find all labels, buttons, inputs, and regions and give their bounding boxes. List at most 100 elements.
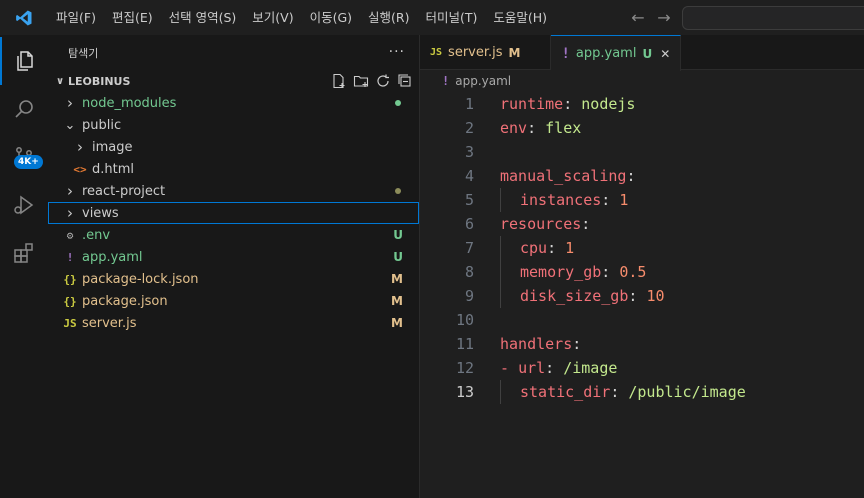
code-token: :	[527, 119, 546, 137]
git-status-badge: M	[391, 316, 403, 330]
code-token: :	[547, 239, 566, 257]
code-line[interactable]: 5 instances: 1	[420, 188, 864, 212]
explorer-icon[interactable]	[0, 37, 48, 85]
code-line[interactable]: 11 handlers:	[420, 332, 864, 356]
code-token: nodejs	[581, 95, 636, 113]
git-status-dot	[395, 100, 401, 106]
chevron-right-icon: ›	[67, 204, 73, 222]
menu-item[interactable]: 파일(F)	[48, 0, 104, 35]
tree-item[interactable]: ⌄ public	[48, 114, 419, 136]
tree-item[interactable]: › views	[48, 202, 419, 224]
editor-area: JS server.js M! app.yaml U ✕ ! app.yaml 1 runt…	[420, 35, 864, 498]
extensions-icon[interactable]	[0, 229, 48, 277]
code-token: :	[626, 167, 636, 185]
code-token: 1	[565, 239, 575, 257]
tree-item-label: public	[82, 117, 122, 133]
line-number: 2	[464, 119, 474, 137]
more-actions-icon[interactable]: ···	[389, 35, 405, 70]
json-file-icon: {}	[63, 294, 77, 308]
code-token: 10	[646, 287, 665, 305]
code-line[interactable]: 3	[420, 140, 864, 164]
run-debug-icon[interactable]	[0, 181, 48, 229]
code-content: resources:	[500, 215, 590, 233]
tab-label: server.js	[448, 45, 503, 60]
tab-server-js[interactable]: JS server.js M	[420, 35, 552, 70]
code-token: manual_scaling	[500, 167, 627, 185]
sidebar-header: 탐색기 ···	[48, 35, 419, 70]
code-content: disk_size_gb: 10	[520, 287, 665, 305]
search-icon[interactable]	[0, 85, 48, 133]
indent-guide	[500, 260, 501, 284]
tree-item[interactable]: {} package.json M	[48, 290, 419, 312]
line-number: 3	[464, 143, 474, 161]
code-line[interactable]: 2 env: flex	[420, 116, 864, 140]
refresh-icon[interactable]	[375, 73, 391, 89]
code-line[interactable]: 9 disk_size_gb: 10	[420, 284, 864, 308]
line-number: 9	[464, 287, 474, 305]
menu-item[interactable]: 실행(R)	[360, 0, 417, 35]
tree-item[interactable]: › image	[48, 136, 419, 158]
line-number: 4	[464, 167, 474, 185]
tree-item[interactable]: {} package-lock.json M	[48, 268, 419, 290]
tree-item-label: react-project	[82, 183, 166, 199]
code-token: memory_gb	[520, 263, 602, 281]
code-line[interactable]: 8 memory_gb: 0.5	[420, 260, 864, 284]
menu-item[interactable]: 선택 영역(S)	[161, 0, 245, 35]
menu-item[interactable]: 터미널(T)	[418, 0, 486, 35]
editor-tabs: JS server.js M! app.yaml U ✕	[420, 35, 864, 71]
tree-item-label: image	[92, 139, 133, 155]
code-token: :	[563, 95, 582, 113]
menu-item[interactable]: 보기(V)	[244, 0, 301, 35]
code-line[interactable]: 10	[420, 308, 864, 332]
git-status-badge: U	[393, 250, 403, 264]
code-content: runtime: nodejs	[500, 95, 635, 113]
tree-item[interactable]: ! app.yaml U	[48, 246, 419, 268]
new-file-icon[interactable]	[331, 73, 347, 89]
tab-app-yaml[interactable]: ! app.yaml U ✕	[551, 35, 682, 71]
code-editor[interactable]: 1 runtime: nodejs 2 env: flex 3 4 manual_scali…	[420, 92, 864, 404]
menu-item[interactable]: 도움말(H)	[485, 0, 555, 35]
code-content: memory_gb: 0.5	[520, 263, 646, 281]
line-number: 1	[464, 95, 474, 113]
new-folder-icon[interactable]	[353, 73, 369, 89]
code-line[interactable]: 13 static_dir: /public/image	[420, 380, 864, 404]
back-arrow-icon[interactable]: ←	[630, 8, 646, 27]
close-icon[interactable]: ✕	[660, 47, 670, 61]
yaml-file-icon: !	[66, 250, 74, 264]
command-center-search[interactable]	[682, 6, 864, 30]
breadcrumb-file[interactable]: app.yaml	[455, 74, 511, 88]
code-line[interactable]: 12 - url: /image	[420, 356, 864, 380]
code-line[interactable]: 6 resources:	[420, 212, 864, 236]
code-line[interactable]: 7 cpu: 1	[420, 236, 864, 260]
tree-item[interactable]: <> d.html	[48, 158, 419, 180]
collapse-all-icon[interactable]	[397, 73, 413, 89]
chevron-right-icon: ›	[67, 182, 73, 200]
sidebar-title: 탐색기	[68, 46, 99, 60]
javascript-file-icon: JS	[63, 316, 77, 330]
code-line[interactable]: 1 runtime: nodejs	[420, 92, 864, 116]
tree-item[interactable]: JS server.js M	[48, 312, 419, 334]
workspace-section-header[interactable]: ∨ LEOBINUS	[48, 70, 419, 92]
chevron-right-icon: ›	[67, 94, 73, 112]
tree-item[interactable]: › react-project	[48, 180, 419, 202]
code-token: 1	[619, 191, 629, 209]
title-bar: 파일(F) 편집(E) 선택 영역(S) 보기(V) 이동(G) 실행(R) 터미널(T) 도…	[0, 0, 864, 35]
code-token: :	[628, 287, 647, 305]
indent-guide	[500, 236, 501, 260]
tree-item[interactable]: ⚙ .env U	[48, 224, 419, 246]
code-token: env	[500, 119, 528, 137]
explorer-sidebar: 탐색기 ··· ∨ LEOBINUS › node_modules ⌄ public ›…	[48, 35, 420, 498]
javascript-file-icon: JS	[430, 47, 443, 58]
indent-guide	[500, 380, 501, 404]
code-line[interactable]: 4 manual_scaling:	[420, 164, 864, 188]
code-content: manual_scaling:	[500, 167, 635, 185]
menu-item[interactable]: 이동(G)	[302, 0, 360, 35]
code-token: url	[518, 359, 546, 377]
forward-arrow-icon[interactable]: →	[656, 8, 672, 27]
menu-item[interactable]: 편집(E)	[104, 0, 161, 35]
tab-git-status: M	[508, 45, 521, 60]
line-number: 11	[455, 335, 474, 353]
tree-item[interactable]: › node_modules	[48, 92, 419, 114]
tab-git-status: U	[642, 46, 653, 61]
tree-item-label: package.json	[82, 293, 168, 309]
